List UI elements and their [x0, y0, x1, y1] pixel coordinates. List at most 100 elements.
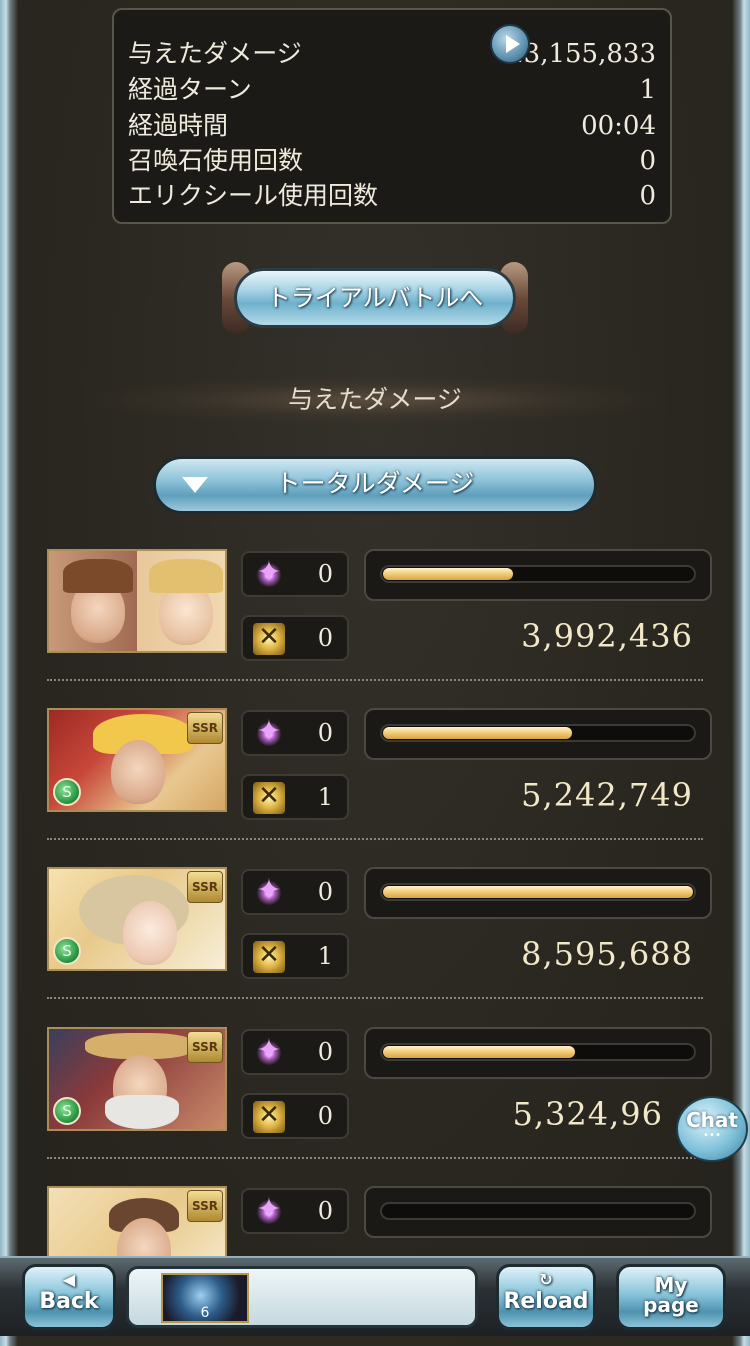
- stat-label: 経過ターン: [128, 75, 252, 104]
- damage-value: 8,595,688: [521, 935, 693, 973]
- damage-bar-fill: [383, 886, 693, 898]
- sparkle-icon: [253, 1033, 285, 1069]
- stat-label: 与えたダメージ: [128, 39, 302, 68]
- attack-count: 0: [317, 624, 333, 652]
- attack-count: 1: [317, 783, 333, 811]
- skill-count: 0: [317, 719, 333, 747]
- wind-element-icon: [53, 937, 81, 965]
- attack-count: 0: [317, 1102, 333, 1130]
- damage-value: 3,992,436: [521, 617, 693, 655]
- horned-lady-portrait[interactable]: SSR: [47, 867, 227, 971]
- skill-count-box: 0: [241, 1188, 349, 1234]
- stat-value: 1: [639, 75, 656, 105]
- damage-value: 5,242,749: [521, 776, 693, 814]
- stat-row-elixir: エリクシール使用回数 0: [128, 178, 656, 214]
- portrait-beard: [105, 1095, 179, 1129]
- stat-value: 00:04: [581, 111, 656, 141]
- chat-dots-icon: •••: [703, 1130, 721, 1141]
- damage-bar-track: [380, 883, 696, 901]
- wind-element-icon: [53, 778, 81, 806]
- mypage-label-line2: page: [643, 1293, 699, 1317]
- damage-value: 5,324,96: [512, 1095, 663, 1133]
- trial-battle-label: トライアルバトルへ: [234, 268, 516, 328]
- stat-row-time: 経過時間 00:04: [128, 108, 656, 144]
- crossed-swords-icon: [253, 781, 285, 814]
- portrait-hair: [149, 559, 223, 593]
- trial-battle-button[interactable]: トライアルバトルへ: [222, 262, 528, 334]
- stat-label: 召喚石使用回数: [128, 146, 304, 175]
- crossed-swords-icon: [253, 622, 285, 655]
- quest-thumbnail[interactable]: 6: [161, 1273, 249, 1323]
- dual-character-portrait[interactable]: [47, 549, 227, 653]
- skill-count: 0: [317, 1038, 333, 1066]
- chat-label: Chat: [686, 1108, 738, 1132]
- skill-count: 0: [317, 878, 333, 906]
- ssr-badge: SSR: [187, 1031, 223, 1063]
- mypage-button[interactable]: My page: [616, 1264, 726, 1330]
- row-divider: [47, 1157, 703, 1159]
- ssr-badge: SSR: [187, 871, 223, 903]
- ssr-badge: SSR: [187, 712, 223, 744]
- damage-bar-track: [380, 565, 696, 583]
- sparkle-icon: [253, 1192, 285, 1228]
- damage-bar: [364, 708, 712, 760]
- character-row: 0 0 3,992,436: [47, 549, 713, 709]
- bottom-nav: ◀ Back 6 ↻ Reload My page: [0, 1256, 750, 1336]
- stat-row-turns: 経過ターン 1: [128, 72, 656, 108]
- battle-stats-panel: 与えたダメージ 23,155,833 経過ターン 1 経過時間 00:04 召喚…: [112, 8, 672, 224]
- attack-count-box: 1: [241, 933, 349, 979]
- sparkle-icon: [253, 714, 285, 750]
- blonde-warrior-portrait[interactable]: SSR: [47, 708, 227, 812]
- play-icon[interactable]: [490, 24, 530, 64]
- skill-count-box: 0: [241, 710, 349, 756]
- stat-value: 0: [639, 146, 656, 176]
- damage-bar-track: [380, 1202, 696, 1220]
- quest-number: 6: [200, 1305, 210, 1321]
- damage-bar-fill: [383, 727, 572, 739]
- sparkle-icon: [253, 555, 285, 591]
- chat-button[interactable]: Chat •••: [676, 1096, 748, 1162]
- stat-row-damage: 与えたダメージ 23,155,833: [128, 36, 656, 72]
- reload-icon: ↻: [539, 1270, 553, 1289]
- section-title: 与えたダメージ: [84, 376, 666, 424]
- portrait-face: [111, 740, 165, 804]
- damage-type-dropdown[interactable]: トータルダメージ: [153, 456, 597, 514]
- ssr-badge: SSR: [187, 1190, 223, 1222]
- skill-count-box: 0: [241, 1029, 349, 1075]
- portrait-face: [123, 901, 177, 965]
- reload-label: Reload: [503, 1289, 589, 1314]
- character-row: SSR 0 1 8,595,688: [47, 867, 713, 1027]
- damage-bar-fill: [383, 1046, 575, 1058]
- skill-count-box: 0: [241, 869, 349, 915]
- quest-status-bar[interactable]: 6: [126, 1266, 478, 1328]
- sparkle-icon: [253, 873, 285, 909]
- skill-count-box: 0: [241, 551, 349, 597]
- row-divider: [47, 838, 703, 840]
- reload-button[interactable]: ↻ Reload: [496, 1264, 596, 1330]
- row-divider: [47, 997, 703, 999]
- stat-label: 経過時間: [128, 111, 229, 140]
- back-label: Back: [39, 1289, 99, 1314]
- skill-count: 0: [317, 1197, 333, 1225]
- character-row: SSR 0 1 5,242,749: [47, 708, 713, 868]
- damage-bar-track: [380, 724, 696, 742]
- portrait-hair: [63, 559, 133, 593]
- back-button[interactable]: ◀ Back: [22, 1264, 116, 1330]
- character-row: SSR 0 0 5,324,96: [47, 1027, 713, 1187]
- elder-sage-portrait[interactable]: SSR: [47, 1027, 227, 1131]
- back-arrow-icon: ◀: [62, 1270, 76, 1289]
- stat-row-summons: 召喚石使用回数 0: [128, 143, 656, 179]
- attack-count-box: 0: [241, 615, 349, 661]
- dropdown-label: トータルダメージ: [275, 469, 475, 498]
- attack-count-box: 0: [241, 1093, 349, 1139]
- stat-value: 0: [639, 181, 656, 211]
- stat-label: エリクシール使用回数: [128, 181, 379, 210]
- crossed-swords-icon: [253, 940, 285, 973]
- attack-count-box: 1: [241, 774, 349, 820]
- damage-bar: [364, 1186, 712, 1238]
- attack-count: 1: [317, 942, 333, 970]
- damage-bar-track: [380, 1043, 696, 1061]
- crossed-swords-icon: [253, 1100, 285, 1133]
- mypage-label-line1: My: [654, 1273, 688, 1297]
- wind-element-icon: [53, 1097, 81, 1125]
